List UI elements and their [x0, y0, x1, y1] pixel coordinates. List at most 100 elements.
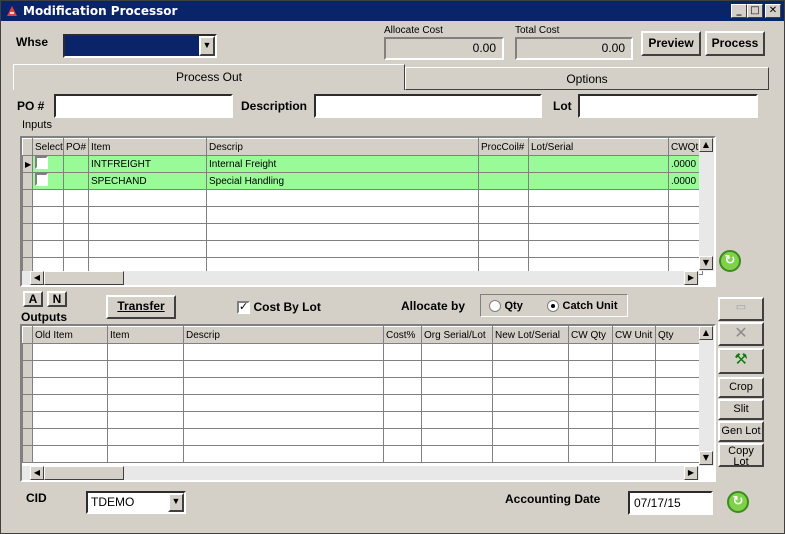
outputs-vertical-scrollbar[interactable]: ▲ ▼ [699, 326, 714, 466]
table-row[interactable] [22, 394, 703, 412]
table-row[interactable] [22, 240, 703, 258]
refresh-date-icon[interactable]: ↻ [727, 491, 749, 513]
inputs-label: Inputs [22, 119, 52, 131]
tab-process-out[interactable]: Process Out [13, 64, 405, 90]
descrip-cell[interactable]: Internal Freight [206, 155, 479, 173]
whse-label: Whse [16, 35, 49, 49]
table-row[interactable] [22, 223, 703, 241]
checkmark-icon[interactable]: ✓ [237, 300, 250, 314]
table-row[interactable] [22, 189, 703, 207]
col-header-cwqt[interactable]: CWQt [668, 138, 703, 156]
col-header-org-serial-lot[interactable]: Org Serial/Lot [421, 326, 493, 344]
chevron-down-icon[interactable]: ▼ [168, 493, 184, 512]
col-header-cw-unit[interactable]: CW Unit [612, 326, 656, 344]
copy-lot-button[interactable]: Copy Lot [718, 443, 764, 467]
select-all-button[interactable]: A [23, 291, 43, 307]
refresh-inputs-icon[interactable]: ↻ [719, 250, 741, 272]
cid-value: TDEMO [91, 495, 135, 509]
scroll-down-icon[interactable]: ▼ [699, 256, 713, 270]
scroll-up-icon[interactable]: ▲ [699, 138, 713, 152]
cwqt-cell[interactable]: .0000 [668, 172, 703, 190]
tab-options[interactable]: Options [405, 67, 769, 90]
transfer-button[interactable]: Transfer [106, 295, 176, 319]
delete-x-icon[interactable]: ✕ [718, 322, 764, 346]
descrip-cell[interactable]: Special Handling [206, 172, 479, 190]
scroll-left-icon[interactable]: ◀ [30, 271, 44, 285]
col-header-lot-serial[interactable]: Lot/Serial [528, 138, 669, 156]
col-header-new-lot-serial[interactable]: New Lot/Serial [492, 326, 569, 344]
app-icon [7, 6, 17, 16]
crop-button[interactable]: Crop [718, 377, 764, 398]
col-header-cost-pct[interactable]: Cost% [383, 326, 422, 344]
row-header-corner [22, 138, 33, 156]
scroll-up-icon[interactable]: ▲ [699, 326, 713, 340]
table-row[interactable] [22, 428, 703, 446]
item-cell[interactable]: INTFREIGHT [88, 155, 207, 173]
cid-select[interactable]: TDEMO ▼ [86, 491, 186, 514]
item-cell[interactable]: SPECHAND [88, 172, 207, 190]
po-input[interactable] [54, 94, 233, 118]
outputs-horizontal-scrollbar[interactable]: ◀ ▶ [22, 466, 699, 480]
select-none-button[interactable]: N [47, 291, 67, 307]
select-checkbox[interactable] [35, 156, 48, 169]
scroll-right-icon[interactable]: ▶ [684, 271, 698, 285]
scroll-thumb[interactable] [44, 466, 124, 480]
inputs-vertical-scrollbar[interactable]: ▲ ▼ [699, 138, 714, 271]
scroll-thumb[interactable] [44, 271, 124, 285]
inputs-grid[interactable]: Select PO# Item Descrip ProcCoil# Lot/Se… [20, 136, 716, 287]
whse-select[interactable]: ▼ [63, 34, 217, 58]
col-header-item[interactable]: Item [88, 138, 207, 156]
table-row[interactable]: ▶ INTFREIGHT Internal Freight .0000 [22, 155, 703, 173]
col-header-descrip[interactable]: Descrip [183, 326, 384, 344]
description-input[interactable] [314, 94, 542, 118]
scroll-down-icon[interactable]: ▼ [699, 451, 713, 465]
gen-lot-button[interactable]: Gen Lot [718, 421, 764, 442]
scroll-right-icon[interactable]: ▶ [684, 466, 698, 480]
col-header-descrip[interactable]: Descrip [206, 138, 479, 156]
accounting-date-value: 07/17/15 [634, 496, 681, 510]
col-header-qty[interactable]: Qty [655, 326, 703, 344]
select-checkbox[interactable] [35, 173, 48, 186]
cost-by-lot-checkbox[interactable]: ✓ Cost By Lot [237, 300, 321, 314]
close-icon[interactable]: ✕ [765, 4, 781, 18]
accounting-date-input[interactable]: 07/17/15 [628, 491, 713, 515]
total-cost-label: Total Cost [515, 25, 560, 36]
table-row[interactable] [22, 360, 703, 378]
table-row[interactable] [22, 377, 703, 395]
preview-button[interactable]: Preview [641, 31, 701, 56]
col-header-select[interactable]: Select [32, 138, 64, 156]
table-row[interactable] [22, 206, 703, 224]
scroll-left-icon[interactable]: ◀ [30, 466, 44, 480]
document-icon[interactable]: ▭ [718, 297, 764, 321]
qty-radio[interactable]: Qty [489, 299, 523, 312]
allocate-by-label: Allocate by [401, 299, 466, 313]
catch-unit-radio[interactable]: Catch Unit [547, 299, 618, 312]
title-bar[interactable]: Modification Processor _ □ ✕ [1, 1, 784, 21]
allocate-cost-field: 0.00 [384, 37, 504, 60]
allocate-cost-label: Allocate Cost [384, 25, 443, 36]
table-row[interactable] [22, 343, 703, 361]
col-header-cw-qty[interactable]: CW Qty [568, 326, 613, 344]
minimize-icon[interactable]: _ [731, 4, 747, 18]
chevron-down-icon[interactable]: ▼ [199, 36, 215, 56]
lot-label: Lot [553, 99, 572, 113]
maximize-icon[interactable]: □ [747, 4, 763, 18]
cwqt-cell[interactable]: .0000 [668, 155, 703, 173]
col-header-item[interactable]: Item [107, 326, 184, 344]
window-title: Modification Processor [23, 4, 178, 18]
process-button[interactable]: Process [705, 31, 765, 56]
table-row[interactable]: SPECHAND Special Handling .0000 [22, 172, 703, 190]
outputs-grid[interactable]: Old Item Item Descrip Cost% Org Serial/L… [20, 324, 716, 482]
po-label: PO # [17, 99, 45, 113]
current-row-indicator-icon: ▶ [22, 155, 33, 173]
inputs-horizontal-scrollbar[interactable]: ◀ ▶ [22, 271, 699, 285]
slit-button[interactable]: Slit [718, 399, 764, 420]
col-header-old-item[interactable]: Old Item [32, 326, 108, 344]
hammer-icon[interactable]: ⚒ [718, 348, 764, 374]
cid-label: CID [26, 491, 47, 505]
col-header-proccoil[interactable]: ProcCoil# [478, 138, 529, 156]
table-row[interactable] [22, 445, 703, 463]
col-header-po[interactable]: PO# [63, 138, 89, 156]
table-row[interactable] [22, 411, 703, 429]
lot-input[interactable] [578, 94, 758, 118]
